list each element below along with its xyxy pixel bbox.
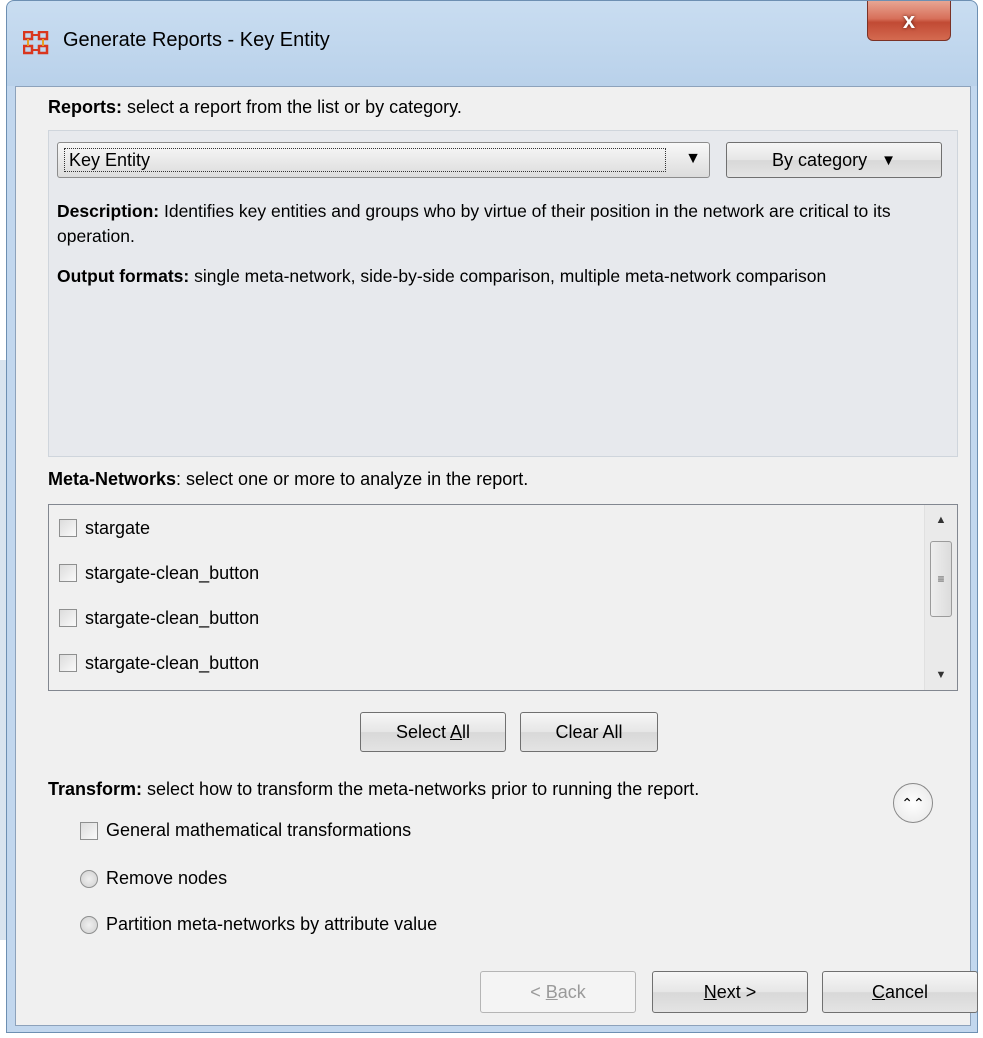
dialog-content: Reports: select a report from the list o… [15,86,978,1026]
double-chevron-up-icon: ⌃⌃ [901,794,925,811]
option-label: Partition meta-networks by attribute val… [106,914,438,934]
reports-heading-text: select a report from the list or by cate… [122,97,462,117]
select-all-label: Select All [395,721,471,742]
collapse-button[interactable]: ⌃⌃ [893,783,933,823]
by-category-button[interactable]: By category ▼ [726,142,942,178]
window-title: Generate Reports - Key Entity [63,29,330,51]
cancel-label: Cancel [871,981,929,1002]
description-text: Identifies key entities and groups who b… [57,201,891,246]
list-item-label: stargate-clean_button [85,562,260,583]
next-button[interactable]: Next > [652,971,808,1013]
report-select-value: Key Entity [64,148,666,172]
transform-heading: Transform: select how to transform the m… [48,779,699,800]
scroll-up-icon[interactable]: ▲ [925,505,957,535]
report-select[interactable]: Key Entity ▼ [57,142,710,178]
description-label: Description: [57,201,160,221]
checkbox[interactable] [59,519,77,537]
network-grid-icon [23,31,49,55]
radio-button[interactable] [80,869,98,888]
list-item-label: stargate [85,517,151,538]
next-label: Next > [703,981,757,1002]
output-formats-label: Output formats: [57,266,190,286]
select-all-button[interactable]: Select All [360,712,506,752]
checkbox[interactable] [59,564,77,582]
list-item-label: stargate-clean_button [85,607,260,628]
close-button[interactable]: x [867,1,951,41]
by-category-label: By category [772,149,868,170]
list-item[interactable]: stargate-clean_button [59,648,259,678]
vertical-scrollbar[interactable]: ▲ ≡ ▼ [924,505,957,690]
title-bar[interactable]: Generate Reports - Key Entity x [7,1,977,81]
back-label: < Back [530,981,586,1002]
scrollbar-thumb[interactable]: ≡ [930,541,952,617]
output-formats-text: single meta-network, side-by-side compar… [189,266,827,286]
partition-option[interactable]: Partition meta-networks by attribute val… [80,914,437,935]
back-button[interactable]: < Back [480,971,636,1013]
dialog-window: Generate Reports - Key Entity x Reports:… [6,0,978,1033]
report-output-formats: Output formats: single meta-network, sid… [57,264,937,289]
general-math-transform-option[interactable]: General mathematical transformations [80,820,411,841]
cancel-button[interactable]: Cancel [822,971,978,1013]
reports-heading: Reports: select a report from the list o… [48,97,462,118]
report-panel: Key Entity ▼ By category ▼ Description: … [48,130,958,457]
transform-heading-text: select how to transform the meta-network… [142,779,700,799]
clear-all-label: Clear All [555,721,623,742]
meta-networks-heading-bold: Meta-Networks [48,469,177,489]
meta-networks-heading-text: : select one or more to analyze in the r… [176,469,529,489]
list-item[interactable]: stargate-clean_button [59,558,259,588]
meta-network-list: stargate stargate-clean_button stargate-… [48,504,958,691]
list-item-label: stargate-clean_button [85,652,260,673]
list-item[interactable]: stargate [59,513,150,543]
reports-heading-bold: Reports: [48,97,123,117]
meta-networks-heading: Meta-Networks: select one or more to ana… [48,469,528,490]
checkbox[interactable] [59,609,77,627]
triangle-down-icon: ▼ [881,151,896,169]
checkbox[interactable] [59,654,77,672]
remove-nodes-option[interactable]: Remove nodes [80,868,227,889]
close-icon: x [902,7,916,33]
option-label: General mathematical transformations [106,820,412,840]
radio-button[interactable] [80,915,98,934]
triangle-down-icon: ▼ [685,150,701,167]
option-label: Remove nodes [106,868,228,888]
report-description: Description: Identifies key entities and… [57,199,937,249]
scroll-down-icon[interactable]: ▼ [925,660,957,690]
list-item[interactable]: stargate-clean_button [59,603,259,633]
transform-heading-bold: Transform: [48,779,143,799]
checkbox[interactable] [80,821,98,840]
clear-all-button[interactable]: Clear All [520,712,658,752]
